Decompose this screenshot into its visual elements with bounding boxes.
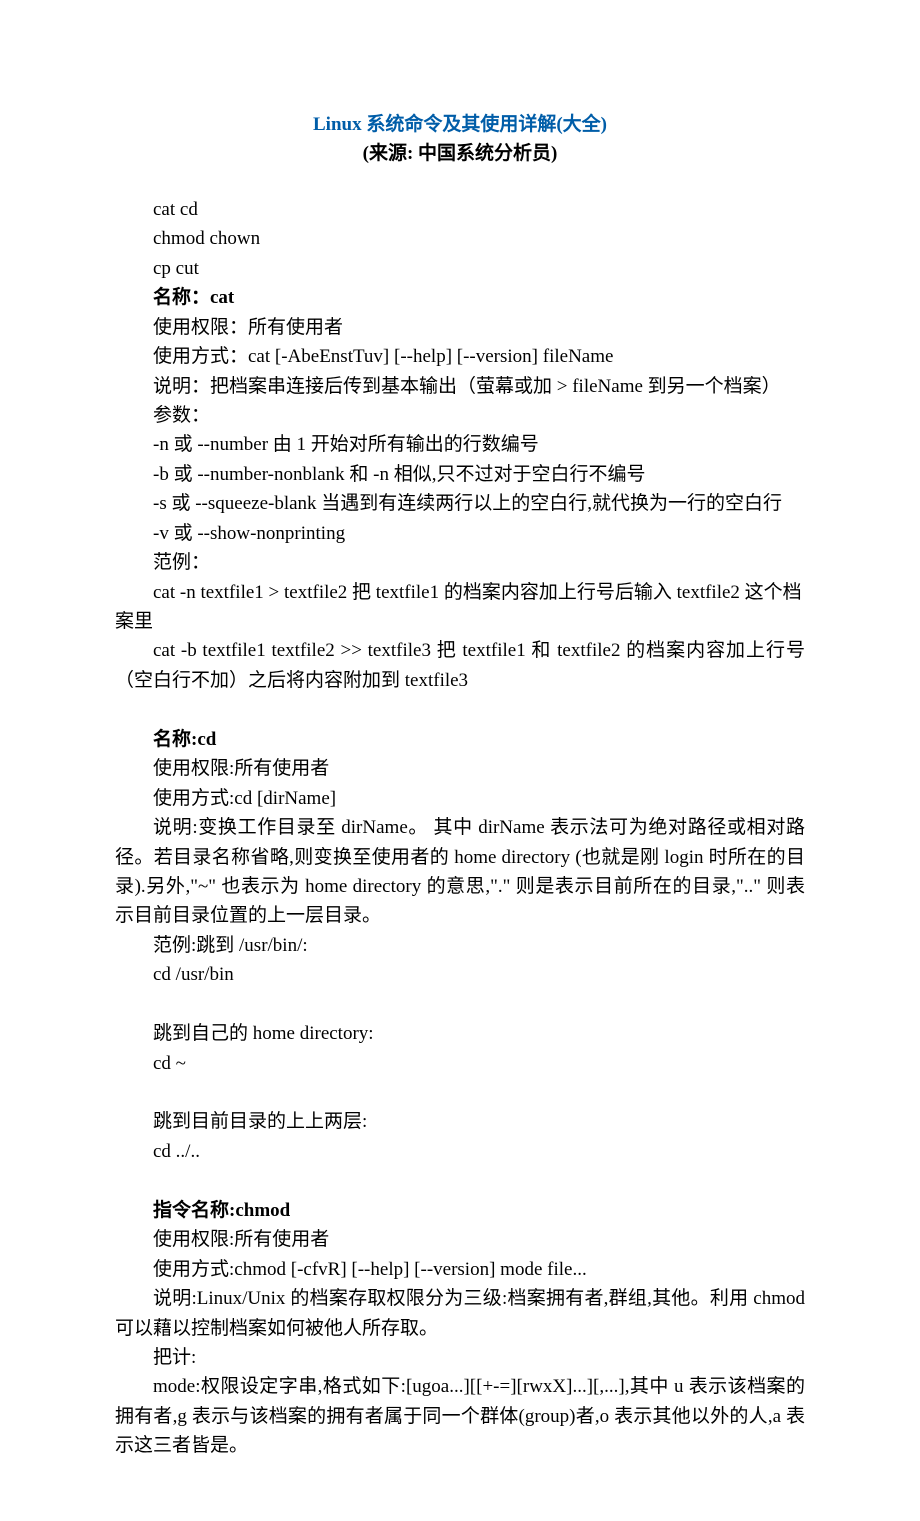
toc-line-1: cat cd <box>115 195 805 224</box>
cd-example-2: cd ~ <box>115 1049 805 1078</box>
toc-line-2: chmod chown <box>115 224 805 253</box>
section-spacer-cd <box>115 695 805 724</box>
cat-param-s: -s 或 --squeeze-blank 当遇到有连续两行以上的空白行,就代换为… <box>115 489 805 518</box>
toc-line-3: cp cut <box>115 254 805 283</box>
line-spacer-1 <box>115 990 805 1019</box>
line-spacer-2 <box>115 1078 805 1107</box>
cat-usage: 使用方式：cat [-AbeEnstTuv] [--help] [--versi… <box>115 342 805 371</box>
cd-desc: 说明:变换工作目录至 dirName。 其中 dirName 表示法可为绝对路径… <box>115 813 805 931</box>
chmod-usage: 使用方式:chmod [-cfvR] [--help] [--version] … <box>115 1255 805 1284</box>
cd-example-3: cd ../.. <box>115 1137 805 1166</box>
cat-perm: 使用权限：所有使用者 <box>115 313 805 342</box>
document-page: Linux 系统命令及其使用详解(大全) (来源: 中国系统分析员) cat c… <box>0 0 920 1521</box>
chmod-heading: 指令名称:chmod <box>115 1196 805 1225</box>
cat-heading: 名称：cat <box>115 283 805 312</box>
cat-example-1: cat -n textfile1 > textfile2 把 textfile1… <box>115 578 805 637</box>
cd-usage: 使用方式:cd [dirName] <box>115 784 805 813</box>
section-spacer-chmod <box>115 1166 805 1195</box>
chmod-perm: 使用权限:所有使用者 <box>115 1225 805 1254</box>
cat-example-2: cat -b textfile1 textfile2 >> textfile3 … <box>115 636 805 695</box>
cd-example-2-label: 跳到自己的 home directory: <box>115 1019 805 1048</box>
cat-example-label: 范例： <box>115 548 805 577</box>
cat-param-b: -b 或 --number-nonblank 和 -n 相似,只不过对于空白行不… <box>115 460 805 489</box>
cat-desc: 说明：把档案串连接后传到基本输出（萤幕或加 > fileName 到另一个档案） <box>115 372 805 401</box>
chmod-params-label: 把计: <box>115 1343 805 1372</box>
cat-param-v: -v 或 --show-nonprinting <box>115 519 805 548</box>
title-main: Linux 系统命令及其使用详解(大全) <box>115 110 805 139</box>
title-sub: (来源: 中国系统分析员) <box>115 139 805 168</box>
chmod-desc: 说明:Linux/Unix 的档案存取权限分为三级:档案拥有者,群组,其他。利用… <box>115 1284 805 1343</box>
cd-heading: 名称:cd <box>115 725 805 754</box>
cat-params-label: 参数： <box>115 401 805 430</box>
cd-example-label: 范例:跳到 /usr/bin/: <box>115 931 805 960</box>
cd-example-1: cd /usr/bin <box>115 960 805 989</box>
cd-example-3-label: 跳到目前目录的上上两层: <box>115 1107 805 1136</box>
cd-perm: 使用权限:所有使用者 <box>115 754 805 783</box>
chmod-param-mode: mode:权限设定字串,格式如下:[ugoa...][[+-=][rwxX]..… <box>115 1372 805 1460</box>
cat-param-n: -n 或 --number 由 1 开始对所有输出的行数编号 <box>115 430 805 459</box>
